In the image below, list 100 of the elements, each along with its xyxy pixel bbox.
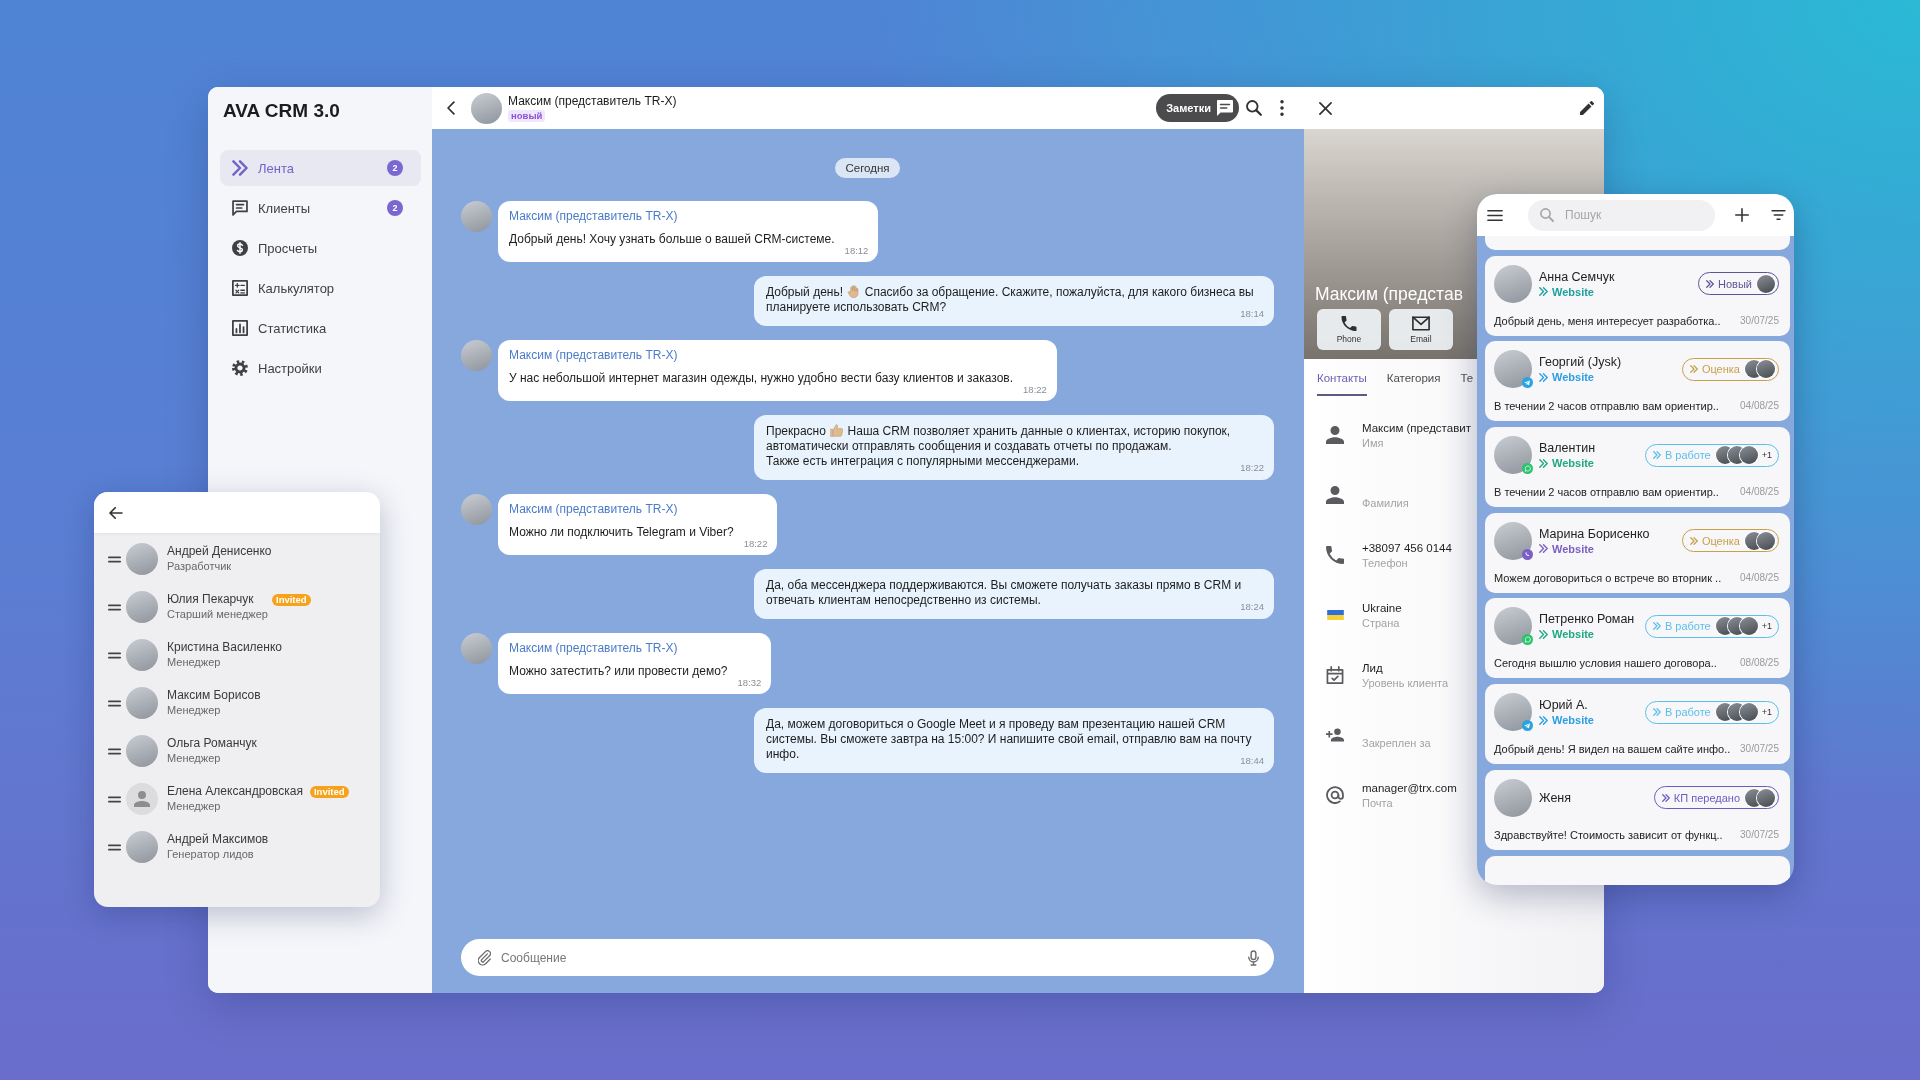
avatar-photo [126,831,158,863]
sidebar-item[interactable]: Лента 2 [220,150,421,186]
back-arrow-icon [109,506,123,519]
email-button[interactable]: Email [1389,309,1453,350]
message-time: 18:22 [743,538,768,549]
field-label: Почта [1362,795,1394,811]
message-time: 18:44 [1240,755,1264,766]
message-preview: В течении 2 часов отправлю вам ориентир.. [1494,400,1719,413]
status-pill[interactable]: КП передано [1653,786,1779,810]
count-badge: 2 [387,200,403,216]
ukraine-flag-icon [1326,610,1344,620]
lead-source: Website [1552,627,1594,642]
lead-name: Юрий А. [1539,697,1589,714]
notes-button[interactable]: Заметки [1156,94,1239,122]
lead-card[interactable]: Петренко Роман Website В работе +1 Сегодня вышлю условия нашего договора.. 08/08/25 [1485,598,1790,679]
drag-handle-icon[interactable] [108,795,121,803]
status-pill[interactable]: В работе +1 [1644,700,1779,724]
member-role: Менеджер [167,799,222,814]
back-button[interactable] [447,101,455,115]
back-button[interactable] [109,506,123,519]
lead-card[interactable]: Анна Семчук Website Новый Добрый день, меня интересует разработка.. 30/07/25 [1485,255,1790,336]
lead-card[interactable]: Марина Борисенко Website Оценка Можем договориться о встрече во вторник .. 04/08/25 [1485,512,1790,593]
assignee-count: +1 [1761,621,1772,632]
status-badge: Invited [272,593,311,606]
double-chevron-icon [1689,536,1698,545]
drag-handle-icon[interactable] [108,699,121,707]
status-tag: новый [508,110,546,122]
assignee-count: +1 [1761,707,1772,718]
edit-icon [1580,101,1594,115]
member-role: Менеджер [167,703,222,718]
member-name: Елена Александровская [167,784,303,799]
message-date: 04/08/25 [1740,400,1779,413]
double-chevron-icon [1652,451,1661,460]
assignee-avatar [1757,274,1775,293]
avatar-photo [126,687,158,719]
person-add-icon [1326,726,1344,744]
menu-button[interactable] [1487,209,1503,221]
lead-card[interactable]: Юрий А. Website В работе +1 Добрый день! Я видел на вашем сайте инфо.. 30/07/25 [1485,684,1790,765]
message-date: 30/07/25 [1740,743,1779,756]
add-button[interactable] [1735,208,1749,222]
microphone-icon[interactable] [1248,949,1259,966]
message-text: Добрый день! Хочу узнать больше о вашей CRM-системе. [509,232,835,246]
contact-name: Максим (представ [1315,283,1463,305]
message-date: 08/08/25 [1740,657,1779,670]
search-button[interactable] [1246,100,1262,116]
message-time: 18:12 [844,245,869,256]
lead-card[interactable]: Женя КП передано Здравствуйте! Стоимость зависит от функц.. 30/07/25 [1485,769,1790,850]
message-date: 04/08/25 [1740,486,1779,499]
member-role: Менеджер [167,751,222,766]
message-date: 30/07/25 [1740,314,1779,327]
member-name: Кристина Василенко [167,640,282,655]
status-label: КП передано [1673,791,1740,804]
avatar-photo [461,340,492,371]
member-role: Генератор лидов [167,847,255,862]
message-input[interactable]: Сообщение [461,939,1274,976]
filter-button[interactable] [1771,210,1786,220]
lead-card[interactable]: Валентин Website В работе +1 В течении 2 часов отправлю вам ориентир.. 04/08/25 [1485,427,1790,508]
lead-card[interactable]: Георгий (Jysk) Website Оценка В течении 2 часов отправлю вам ориентир.. 04/08/25 [1485,341,1790,422]
avatar-photo [1494,436,1532,475]
default-avatar-icon [126,783,158,815]
field-label: Имя [1362,435,1385,451]
search-icon [1246,100,1262,116]
avatar-photo [1494,521,1532,560]
status-pill[interactable]: Новый [1698,272,1779,296]
drag-handle-icon[interactable] [108,843,121,851]
message-text: Да, оба мессенджера поддерживаются. Вы сможете получать заказы прямо в CRM и отвечать клиентам непосредственно из системы. [766,578,1242,607]
assignee-avatar [1739,617,1758,636]
more-button[interactable] [1280,100,1284,116]
drag-handle-icon[interactable] [108,747,121,755]
paperclip-icon[interactable] [478,949,491,966]
message-preview: Сегодня вышлю условия нашего договора.. [1494,657,1717,670]
phone-button[interactable]: Phone [1317,309,1381,350]
field-value: Лид [1362,660,1384,676]
message-text: Прекрасно Наша CRM позволяет хранить данные о клиентах, историю покупок, автоматически отправлять сообщения и создавать отчеты по продажам. Также есть интеграция с популярными мессенджерами. [766,424,1231,468]
tab[interactable]: Контакты [1317,359,1367,396]
phone-icon [1326,546,1344,564]
tab[interactable]: Категория [1386,359,1441,396]
double-chevron-icon [1539,287,1548,297]
status-pill[interactable]: В работе +1 [1644,443,1779,467]
drag-handle-icon[interactable] [108,603,121,611]
member-name: Ольга Романчук [167,736,257,751]
member-role: Менеджер [167,655,222,670]
tab[interactable]: Те [1460,359,1474,396]
sender-name: Максим (представитель TR-X) [509,208,679,224]
field-value: Максим (представит [1362,420,1471,436]
drag-handle-icon[interactable] [108,555,121,563]
edit-button[interactable] [1580,101,1594,115]
field-value: Ukraine [1362,600,1402,616]
close-button[interactable] [1319,101,1332,115]
drag-handle-icon[interactable] [108,651,121,659]
message-time: 18:32 [737,677,762,688]
message-time: 18:22 [1023,384,1047,395]
lead-name: Валентин [1539,440,1596,457]
status-pill[interactable]: В работе +1 [1644,614,1779,638]
message-preview: Здравствуйте! Стоимость зависит от функц.. [1494,828,1723,841]
status-label: Новый [1718,277,1752,290]
app-title: AVA CRM 3.0 [222,99,341,123]
message-preview: Добрый день! Я видел на вашем сайте инфо.. [1494,743,1731,756]
search-field[interactable]: Пошук [1528,199,1715,231]
avatar-photo [1494,607,1532,646]
